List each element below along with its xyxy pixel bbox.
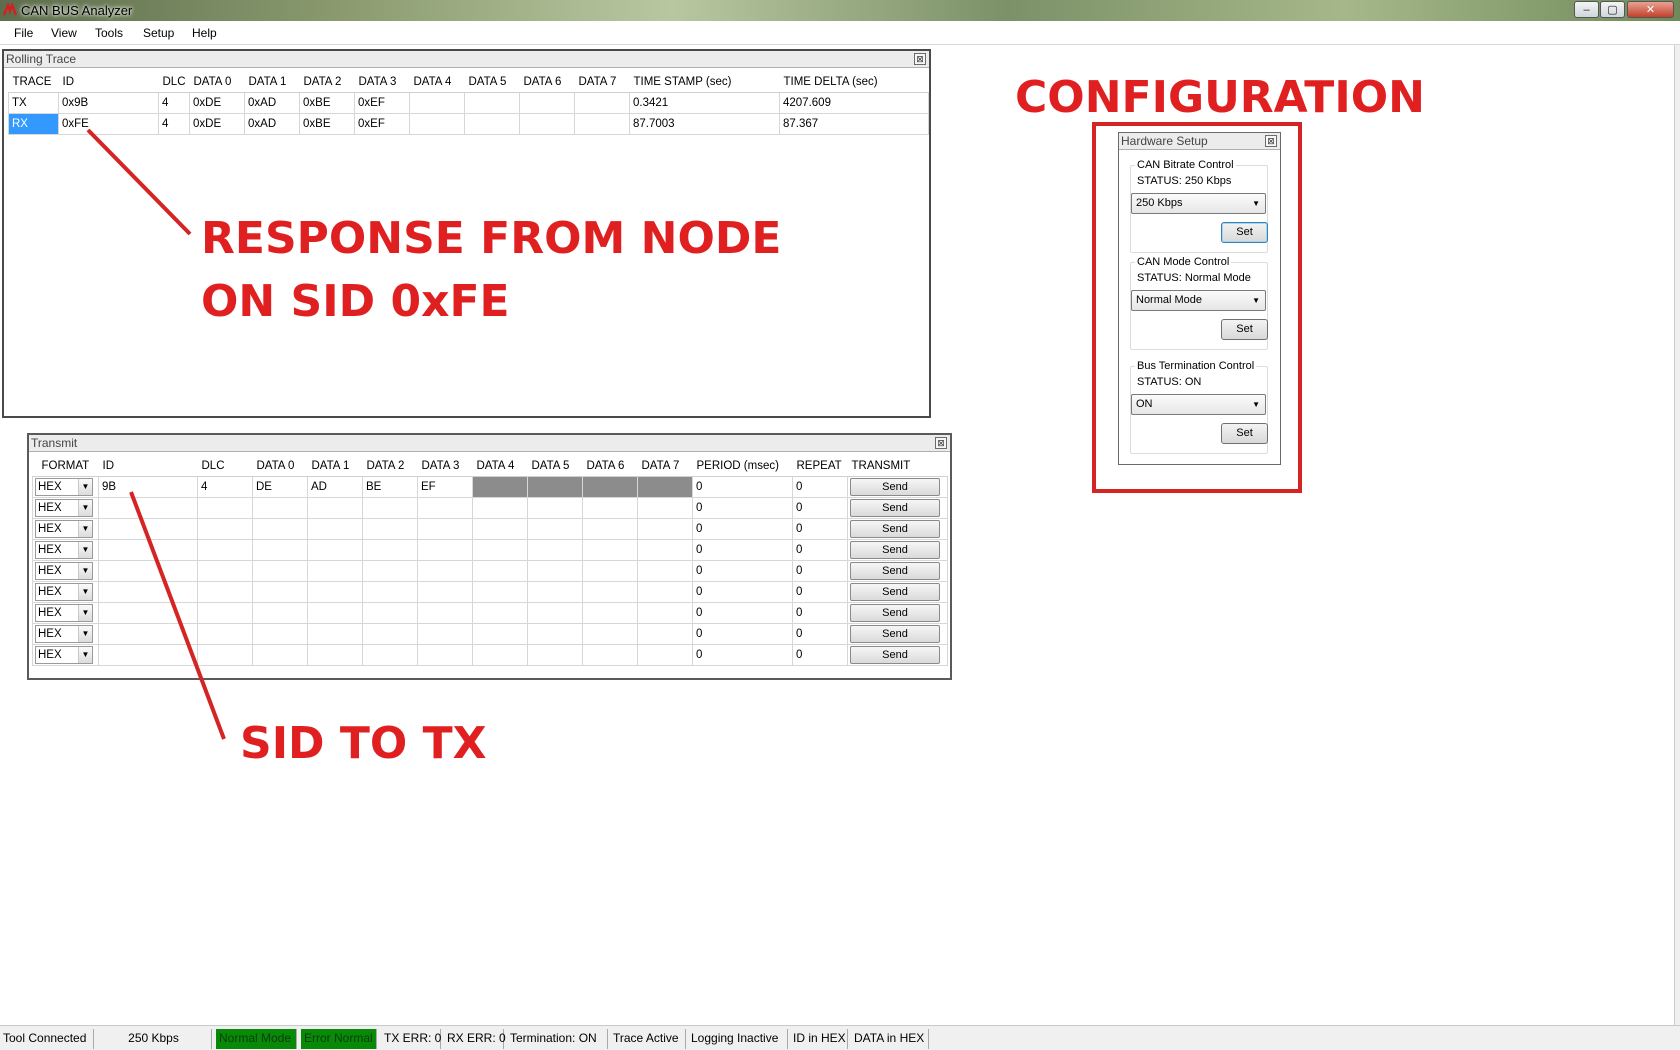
status-tx-err: TX ERR: 0 <box>381 1029 441 1049</box>
response-pointer-line <box>86 128 192 236</box>
status-id-format: ID in HEX <box>790 1029 848 1049</box>
status-bitrate: 250 Kbps <box>96 1029 212 1049</box>
status-rx-err: RX ERR: 0 <box>444 1029 506 1049</box>
response-annotation-line2: ON SID 0xFE <box>201 276 510 327</box>
window-edge <box>1674 45 1680 1025</box>
status-connection: Tool Connected <box>0 1029 94 1049</box>
configuration-annotation: CONFIGURATION <box>1015 72 1425 123</box>
sid-pointer-line <box>129 491 226 740</box>
sid-to-tx-annotation: SID TO TX <box>240 718 487 769</box>
status-trace: Trace Active <box>610 1029 686 1049</box>
response-annotation-line1: RESPONSE FROM NODE <box>201 213 782 264</box>
annotation-arrows <box>86 128 226 740</box>
status-termination: Termination: ON <box>507 1029 608 1049</box>
status-bar: Tool Connected 250 Kbps Normal Mode Erro… <box>0 1025 1680 1050</box>
status-logging: Logging Inactive <box>688 1029 788 1049</box>
status-mode: Normal Mode <box>216 1029 297 1049</box>
status-data-format: DATA in HEX <box>851 1029 929 1049</box>
status-error: Error Normal <box>301 1029 377 1049</box>
